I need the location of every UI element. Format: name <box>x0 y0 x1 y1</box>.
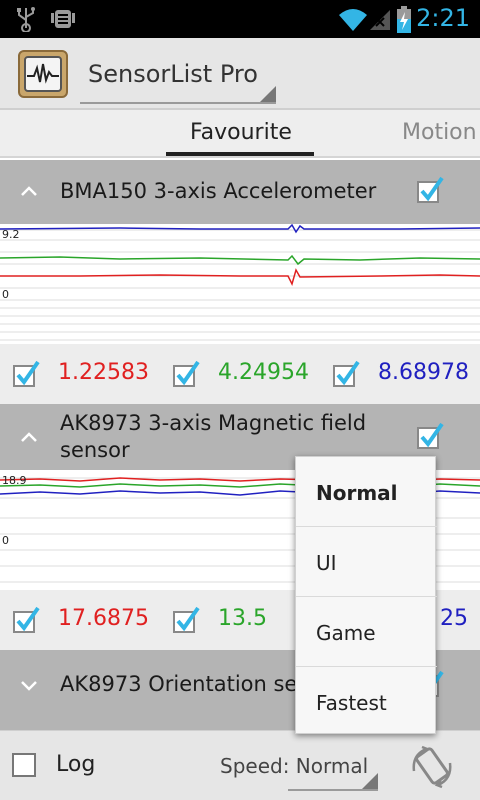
sensor-name: BMA150 3-axis Accelerometer <box>60 179 377 203</box>
x-series-line <box>0 268 480 287</box>
screen-rotation-icon[interactable] <box>410 745 454 789</box>
title-spinner-underline <box>80 102 276 104</box>
log-label[interactable]: Log <box>56 752 95 777</box>
favourite-checkbox[interactable] <box>416 422 444 450</box>
bottom-bar: Log Speed: Normal <box>0 730 480 800</box>
no-signal-icon <box>370 10 390 30</box>
graph-max-label: 18.9 <box>2 474 27 487</box>
action-bar: SensorList Pro <box>0 38 480 110</box>
sensor-header-accelerometer[interactable]: BMA150 3-axis Accelerometer <box>0 160 480 224</box>
speed-option-ui[interactable]: UI <box>296 527 437 597</box>
speed-option-fastest[interactable]: Fastest <box>296 667 437 737</box>
x-value: 17.6875 <box>58 606 149 631</box>
wifi-icon <box>339 9 367 31</box>
x-axis-checkbox[interactable] <box>12 360 40 388</box>
y-axis-checkbox[interactable] <box>172 360 200 388</box>
x-axis-checkbox[interactable] <box>12 606 40 634</box>
chevron-down-icon[interactable] <box>18 674 40 696</box>
app-title[interactable]: SensorList Pro <box>88 60 258 88</box>
chevron-up-icon[interactable] <box>18 180 40 202</box>
y-axis-checkbox[interactable] <box>172 606 200 634</box>
y-series-line <box>0 254 480 266</box>
status-bar: 2:21 <box>0 0 480 38</box>
android-debug-icon <box>51 10 75 28</box>
option-label: Normal <box>316 481 398 505</box>
y-value: 4.24954 <box>218 360 309 385</box>
sensor-graph-accelerometer: 9.2 0 <box>0 223 480 344</box>
y-value: 13.5 <box>218 606 267 631</box>
battery-charging-icon <box>397 6 411 33</box>
graph-min-label: 0 <box>2 288 9 301</box>
option-label: Fastest <box>316 691 387 715</box>
chevron-up-icon[interactable] <box>18 426 40 448</box>
speed-dropdown-menu: Normal UI Game Fastest <box>295 456 437 737</box>
oscilloscope-icon[interactable] <box>18 50 68 98</box>
speed-spinner[interactable]: Speed: Normal <box>220 754 368 778</box>
sensor-values-accelerometer: 1.22583 4.24954 8.68978 <box>0 344 480 404</box>
clock: 2:21 <box>416 4 470 32</box>
tab-indicator <box>166 152 314 156</box>
graph-max-label: 9.2 <box>2 228 20 241</box>
speed-option-game[interactable]: Game <box>296 597 437 667</box>
favourite-checkbox[interactable] <box>416 176 444 204</box>
z-value: 8.68978 <box>378 360 469 385</box>
screen: 2:21 SensorList Pro Favourite Motion BMA… <box>0 0 480 800</box>
graph-min-label: 0 <box>2 534 9 547</box>
option-label: Game <box>316 621 376 645</box>
tab-motion[interactable]: Motion <box>402 120 477 145</box>
z-series-line <box>0 223 480 234</box>
x-value: 1.22583 <box>58 360 149 385</box>
speed-option-normal[interactable]: Normal <box>296 457 437 527</box>
graph-plot <box>0 223 480 341</box>
option-label: UI <box>316 551 337 575</box>
tab-favourite[interactable]: Favourite <box>190 120 292 145</box>
spinner-arrow-icon[interactable] <box>260 86 276 102</box>
tab-bar: Favourite Motion <box>0 110 480 158</box>
z-axis-checkbox[interactable] <box>332 360 360 388</box>
spinner-arrow-icon[interactable] <box>362 773 378 789</box>
usb-icon <box>17 7 35 32</box>
log-checkbox[interactable] <box>12 753 36 777</box>
z-value: 25 <box>440 606 468 631</box>
speed-spinner-underline <box>288 789 378 791</box>
